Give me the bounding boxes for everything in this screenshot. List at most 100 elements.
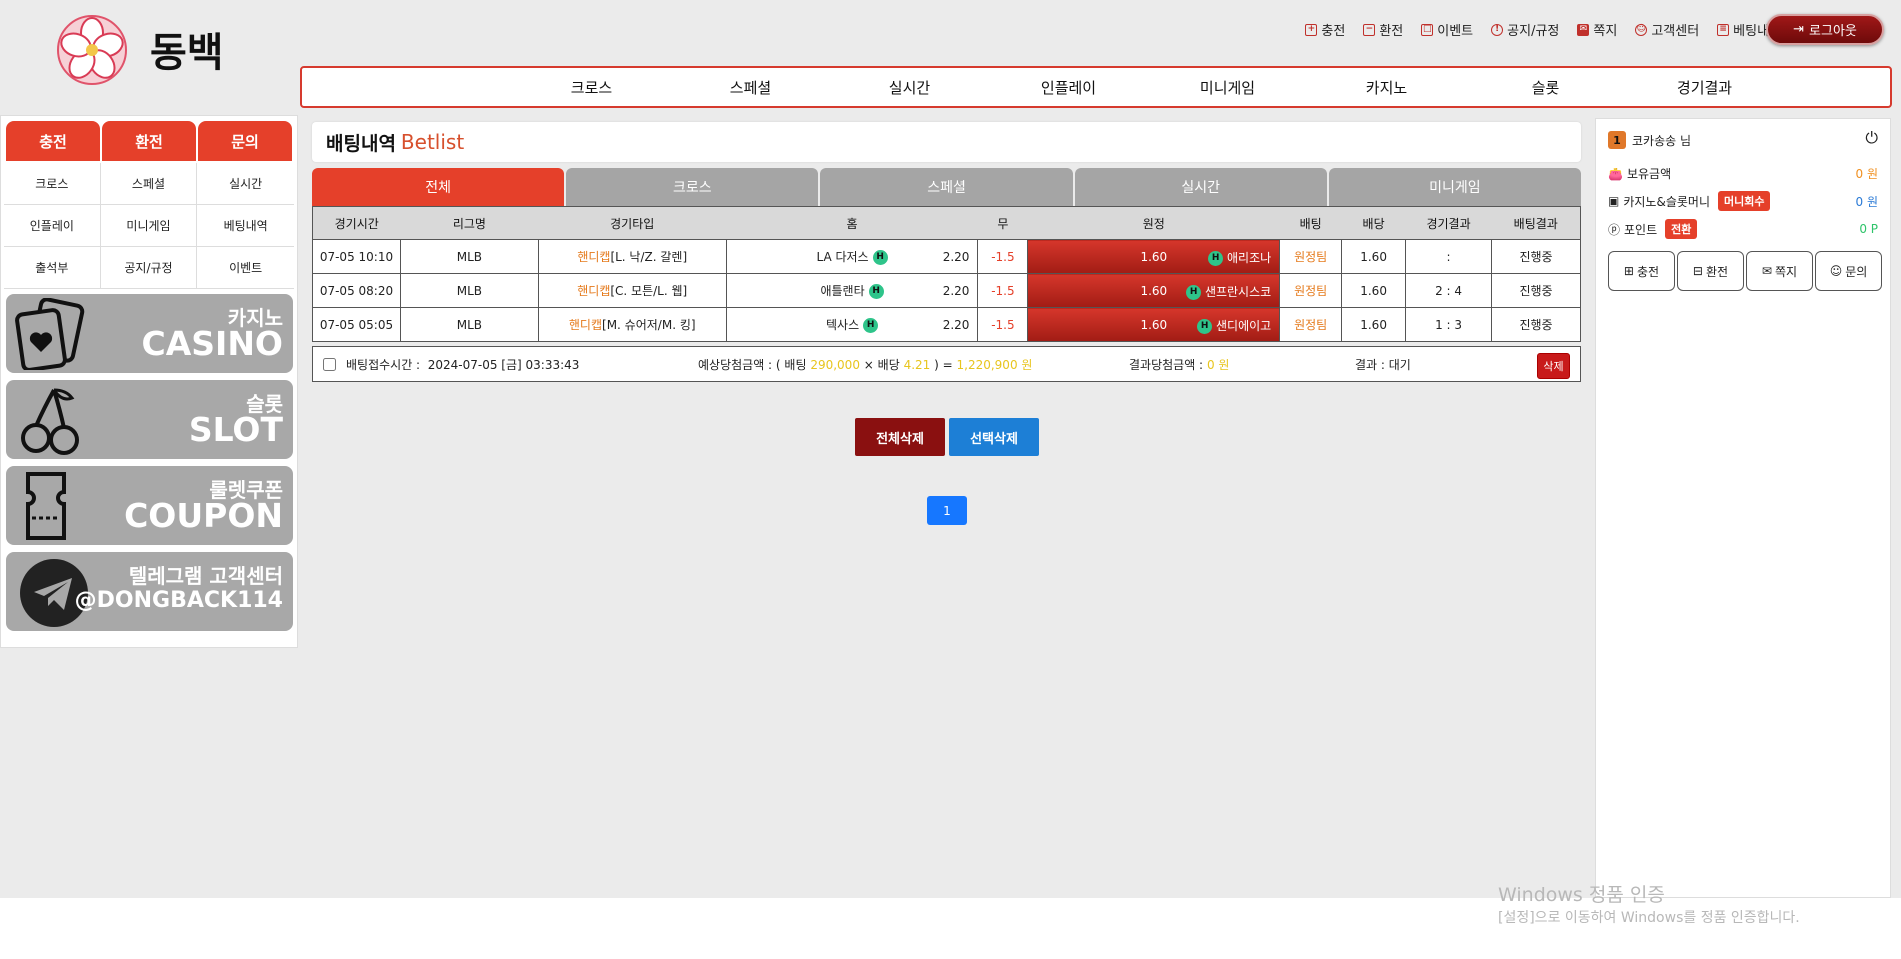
right-exchange-button[interactable]: ⊟ 환전 [1677, 251, 1744, 291]
casino-banner[interactable]: 카지노 CASINO [6, 294, 293, 373]
away-team: 샌프란시스코 [1204, 285, 1272, 299]
logout-button[interactable]: ⇥ 로그아웃 [1766, 14, 1884, 45]
tab-all[interactable]: 전체 [312, 168, 565, 206]
topnav-charge[interactable]: + 충전 [1305, 20, 1345, 39]
point-convert-button[interactable]: 전환 [1665, 219, 1698, 239]
topnav-event[interactable]: □ 이벤트 [1421, 20, 1473, 39]
minus-square-icon: ⊟ [1692, 264, 1703, 278]
plus-square-icon: + [1305, 23, 1318, 36]
left-menu-live[interactable]: 실시간 [197, 163, 294, 205]
topnav-label: 공지/규정 [1507, 24, 1560, 39]
bet-table: 경기시간 리그명 경기타입 홈 무 원정 배팅 배당 경기결과 배팅결과 07-… [312, 206, 1581, 342]
topnav-support[interactable]: ☺ 고객센터 [1635, 20, 1699, 39]
topnav-exchange[interactable]: − 환전 [1363, 20, 1403, 39]
mainnav-live[interactable]: 실시간 [830, 77, 989, 98]
cell-draw: -1.5 [977, 273, 1029, 308]
left-menu-inplay[interactable]: 인플레이 [4, 205, 101, 247]
times-label: × 배당 [863, 357, 900, 372]
col-header: 배당 [1341, 206, 1406, 240]
coupon-banner[interactable]: 룰렛쿠폰 COUPON [6, 466, 293, 545]
pagination-page-1[interactable]: 1 [927, 496, 967, 525]
tab-special[interactable]: 스페셜 [820, 168, 1073, 206]
topnav-message[interactable]: ✉ 쪽지 [1577, 20, 1617, 39]
cell-pick: 원정팀 [1279, 307, 1343, 342]
left-menu-event[interactable]: 이벤트 [197, 247, 294, 289]
home-badge-icon: H [868, 284, 884, 299]
username: 코카송송 님 [1632, 133, 1692, 148]
delete-all-button[interactable]: 전체삭제 [855, 418, 945, 456]
left-menu-special[interactable]: 스페셜 [100, 163, 198, 205]
left-menu-attendance[interactable]: 출석부 [4, 247, 101, 289]
topnav-label: 쪽지 [1593, 24, 1618, 39]
left-quick-buttons: 충전 환전 문의 [6, 121, 292, 161]
top-utility-nav: + 충전 − 환전 □ 이벤트 ! 공지/규정 ✉ 쪽지 ☺ 고객센터 ≡ 베팅내역 [1305, 20, 1781, 39]
cell-away: 1.60 H 샌프란시스코 [1027, 273, 1281, 308]
tab-minigame[interactable]: 미니게임 [1328, 168, 1582, 206]
level-badge: 1 [1608, 131, 1626, 149]
cell-type: 핸디캡[M. 슈어저/M. 킹] [537, 307, 727, 342]
telegram-banner[interactable]: 텔레그램 고객센터 @DONGBACK114 [6, 552, 293, 631]
col-header: 경기결과 [1405, 206, 1492, 240]
alert-circle-icon: ! [1491, 23, 1504, 36]
ticket-icon [26, 472, 66, 540]
mainnav-casino[interactable]: 카지노 [1307, 77, 1466, 98]
delete-selected-button[interactable]: 선택삭제 [949, 418, 1039, 456]
cell-away: 1.60 H 샌디에이고 [1027, 307, 1281, 342]
mainnav-cross[interactable]: 크로스 [512, 77, 671, 98]
col-header: 홈 [726, 206, 978, 240]
mainnav-slot[interactable]: 슬롯 [1466, 77, 1625, 98]
home-team: LA 다저스 [816, 250, 869, 264]
left-inquiry-button[interactable]: 문의 [198, 121, 292, 161]
delete-bet-button[interactable]: 삭제 [1537, 353, 1570, 379]
left-menu-betlist[interactable]: 베팅내역 [197, 205, 294, 247]
col-header: 경기타입 [538, 206, 727, 240]
left-charge-button[interactable]: 충전 [6, 121, 100, 161]
plus-square-icon: ⊞ [1623, 264, 1634, 278]
cell-score: : [1405, 239, 1492, 274]
cell-home: 텍사스 H 2.20 [725, 307, 979, 342]
cell-odds: 1.60 [1341, 307, 1407, 342]
slot-banner[interactable]: 슬롯 SLOT [6, 380, 293, 459]
right-charge-button[interactable]: ⊞ 충전 [1608, 251, 1675, 291]
cherries-icon [21, 388, 79, 455]
type-players: [L. 낙/Z. 갈렌] [610, 250, 688, 264]
tab-live[interactable]: 실시간 [1074, 168, 1327, 206]
money-recall-button[interactable]: 머니회수 [1717, 191, 1771, 211]
casino-money-value: 0 원 [1855, 194, 1879, 209]
balance-value: 0 원 [1855, 167, 1879, 181]
home-badge-icon: H [1208, 251, 1224, 266]
right-inquiry-button[interactable]: ☺ 문의 [1815, 251, 1882, 291]
left-exchange-button[interactable]: 환전 [102, 121, 196, 161]
table-row: 07-05 05:05 MLB 핸디캡[M. 슈어저/M. 킹] 텍사스 H 2.2… [312, 307, 1581, 342]
topnav-notice[interactable]: ! 공지/규정 [1491, 20, 1559, 39]
expected-prefix: 예상당첨금액 : ( 배팅 [698, 357, 807, 372]
power-icon[interactable]: ⏻ [1865, 128, 1878, 148]
telegram-banner-en: @DONGBACK114 [74, 588, 283, 613]
mainnav-special[interactable]: 스페셜 [671, 77, 830, 98]
list-icon: ≡ [1717, 23, 1730, 36]
left-sidebar: 충전 환전 문의 크로스 스페셜 실시간 인플레이 미니게임 베팅내역 출석부 … [0, 115, 298, 648]
windows-activation-text: [설정]으로 이동하여 Windows를 정품 인증합니다. [1498, 910, 1800, 926]
betlist-panel: 배팅내역 Betlist 전체 크로스 스페셜 실시간 미니게임 경기시간 리그… [312, 122, 1582, 382]
cell-league: MLB [399, 273, 539, 308]
windows-activation-title: Windows 정품 인증 [1498, 884, 1665, 906]
home-odd: 2.20 [942, 284, 970, 298]
page-title-en: Betlist [400, 130, 465, 154]
minus-square-icon: − [1363, 23, 1376, 36]
col-header: 경기시간 [312, 206, 401, 240]
right-message-button[interactable]: ✉ 쪽지 [1746, 251, 1813, 291]
mainnav-results[interactable]: 경기결과 [1625, 77, 1784, 98]
bet-select-checkbox[interactable] [323, 357, 336, 371]
site-logo[interactable]: 동백 [50, 10, 240, 90]
home-badge-icon: H [1197, 319, 1213, 334]
summary-result: 결과 : 대기 [1355, 357, 1411, 372]
logout-icon: ⇥ [1793, 22, 1805, 37]
left-menu-notice[interactable]: 공지/규정 [100, 247, 198, 289]
left-menu-cross[interactable]: 크로스 [4, 163, 101, 205]
mainnav-minigame[interactable]: 미니게임 [1148, 77, 1307, 98]
tab-cross[interactable]: 크로스 [566, 168, 819, 206]
left-menu-minigame[interactable]: 미니게임 [100, 205, 198, 247]
left-menu-grid: 크로스 스페셜 실시간 인플레이 미니게임 베팅내역 출석부 공지/규정 이벤트 [4, 163, 294, 289]
mainnav-inplay[interactable]: 인플레이 [989, 77, 1148, 98]
cell-odds: 1.60 [1341, 239, 1407, 274]
